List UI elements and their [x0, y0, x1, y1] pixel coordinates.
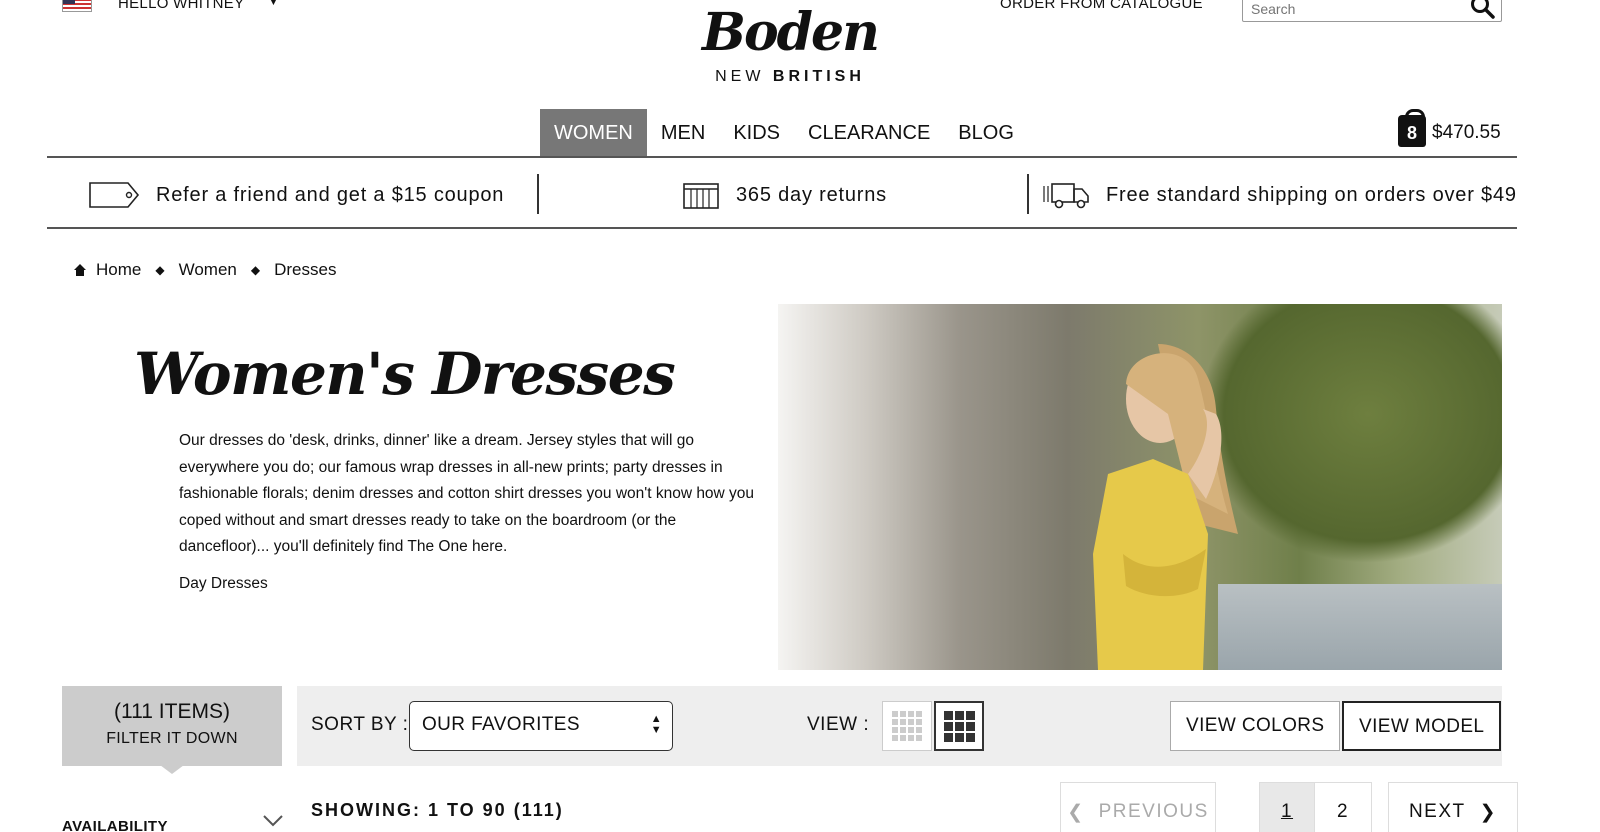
- divider: [537, 174, 539, 214]
- divider: [1027, 174, 1029, 214]
- hero-image: [778, 304, 1502, 670]
- calendar-icon: [683, 183, 719, 209]
- previous-page-button[interactable]: ❮ PREVIOUS: [1060, 782, 1216, 832]
- results-showing: SHOWING: 1 TO 90 (111): [311, 800, 564, 820]
- search-input[interactable]: [1242, 0, 1502, 22]
- order-catalogue-link[interactable]: ORDER FROM CATALOGUE: [1000, 0, 1203, 12]
- page-title: Women's Dresses: [134, 340, 676, 408]
- divider: [47, 227, 1517, 229]
- promo-referral[interactable]: Refer a friend and get a $15 coupon: [88, 172, 504, 218]
- page-2-button[interactable]: 2: [1314, 782, 1372, 832]
- availability-filter[interactable]: AVAILABILITY: [62, 818, 168, 832]
- chevron-left-icon: ❮: [1067, 801, 1085, 823]
- diamond-separator-icon: ◆: [250, 263, 261, 277]
- next-label: NEXT: [1408, 801, 1466, 822]
- grid-small-icon: [892, 711, 922, 741]
- divider: [47, 156, 1517, 158]
- nav-item-men[interactable]: MEN: [647, 109, 719, 157]
- grid-large-icon: [944, 711, 975, 742]
- shopping-bag-icon[interactable]: 8: [1398, 109, 1426, 147]
- nav-item-women[interactable]: WOMEN: [540, 109, 647, 157]
- diamond-separator-icon: ◆: [155, 263, 165, 277]
- promo-referral-text: Refer a friend and get a $15 coupon: [156, 183, 505, 206]
- previous-label: PREVIOUS: [1098, 801, 1209, 822]
- promo-shipping[interactable]: Free standard shipping on orders over $4…: [1042, 172, 1517, 218]
- boden-logo[interactable]: Boden NEW BRITISH: [700, 0, 880, 86]
- sort-select[interactable]: OUR FAVORITES ▲ ▼: [409, 701, 673, 751]
- chevron-down-icon[interactable]: [262, 814, 284, 828]
- items-count: (111 ITEMS): [114, 700, 230, 723]
- filter-label: FILTER IT DOWN: [106, 730, 238, 747]
- grid-small-view-button[interactable]: [882, 701, 932, 751]
- bag-total[interactable]: $470.55: [1432, 122, 1501, 144]
- promo-returns[interactable]: 365 day returns: [682, 172, 887, 218]
- model-figure: [1093, 344, 1238, 670]
- us-flag-icon[interactable]: [62, 0, 92, 12]
- logo-subtitle: NEW BRITISH: [700, 68, 880, 86]
- view-label: VIEW :: [807, 714, 870, 735]
- logo-sub-left: NEW: [715, 68, 765, 85]
- breadcrumb-women[interactable]: Women: [179, 260, 237, 280]
- nav-item-kids[interactable]: KIDS: [719, 109, 794, 157]
- promo-returns-text: 365 day returns: [736, 183, 887, 206]
- promo-shipping-text: Free standard shipping on orders over $4…: [1106, 183, 1517, 206]
- next-page-button[interactable]: NEXT ❯: [1388, 782, 1518, 832]
- product-toolbar: SORT BY : OUR FAVORITES ▲ ▼ VIEW : VIEW C…: [297, 686, 1502, 766]
- category-description: Our dresses do 'desk, drinks, dinner' li…: [179, 432, 755, 555]
- select-arrows-icon: ▲ ▼: [650, 713, 662, 736]
- day-dresses-link[interactable]: Day Dresses: [179, 575, 268, 593]
- view-colors-button[interactable]: VIEW COLORS: [1170, 701, 1341, 751]
- main-nav: WOMEN MEN KIDS CLEARANCE BLOG: [540, 109, 1028, 157]
- breadcrumb: Home ◆ Women ◆ Dresses: [74, 260, 336, 280]
- account-greeting[interactable]: HELLO WHITNEY: [118, 0, 244, 12]
- home-icon[interactable]: [74, 264, 86, 276]
- sort-label: SORT BY :: [311, 714, 409, 735]
- nav-item-blog[interactable]: BLOG: [944, 109, 1028, 157]
- page-1-button[interactable]: 1: [1259, 782, 1315, 832]
- sort-value: OUR FAVORITES: [422, 714, 580, 735]
- tag-icon: [89, 182, 140, 208]
- breadcrumb-home[interactable]: Home: [96, 260, 141, 280]
- chevron-right-icon: ❯: [1479, 801, 1498, 823]
- logo-sub-right: BRITISH: [772, 68, 865, 85]
- filter-toggle[interactable]: (111 ITEMS) FILTER IT DOWN: [62, 686, 282, 774]
- truck-icon: [1043, 183, 1089, 209]
- chevron-down-icon[interactable]: ▼: [268, 0, 279, 8]
- search-icon[interactable]: [1470, 0, 1496, 20]
- breadcrumb-dresses: Dresses: [274, 260, 337, 279]
- view-model-button[interactable]: VIEW MODEL: [1342, 701, 1502, 751]
- grid-large-view-button[interactable]: [934, 701, 984, 751]
- logo-wordmark: Boden: [702, 2, 880, 63]
- nav-item-clearance[interactable]: CLEARANCE: [794, 109, 944, 157]
